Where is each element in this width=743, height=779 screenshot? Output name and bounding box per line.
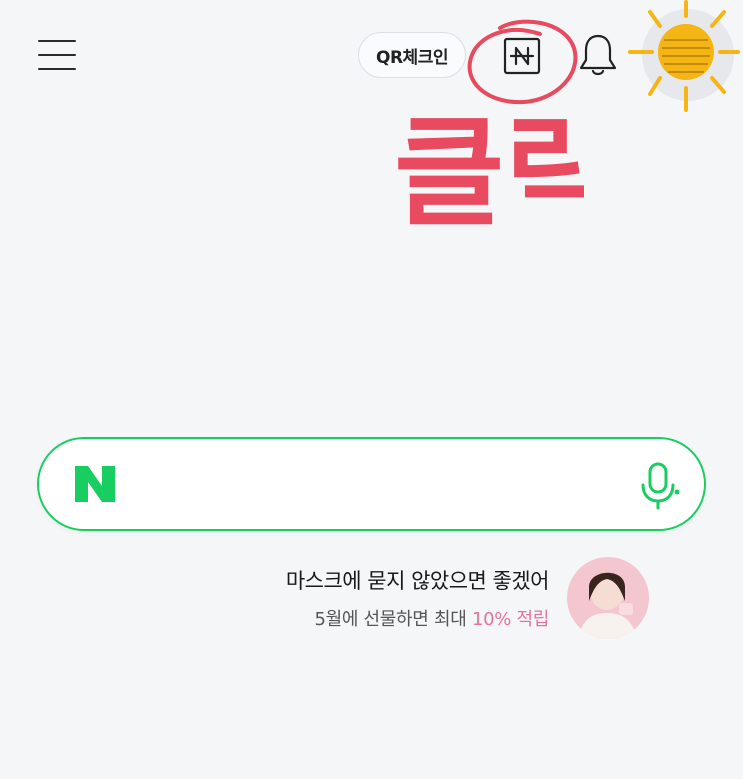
- search-bar: [37, 437, 706, 531]
- naver-logo-icon: [75, 466, 115, 502]
- notification-button[interactable]: [576, 32, 620, 78]
- menu-line: [38, 54, 76, 56]
- ad-model-thumbnail[interactable]: [567, 557, 649, 639]
- ad-subline-text: 5월에 선물하면 최대: [314, 609, 472, 630]
- qr-checkin-button[interactable]: QR체크인: [358, 32, 466, 78]
- naver-pay-icon: [503, 37, 541, 75]
- menu-line: [38, 68, 76, 70]
- ad-highlight-text: 10% 적립: [471, 609, 549, 630]
- sun-doodle-annotation: [628, 0, 740, 112]
- ad-subline[interactable]: 5월에 선물하면 최대 10% 적립: [314, 605, 549, 631]
- menu-line: [38, 40, 76, 42]
- search-input[interactable]: [139, 459, 613, 511]
- handwritten-click-annotation: 클릭: [394, 104, 584, 243]
- microphone-icon[interactable]: [635, 461, 681, 511]
- handwritten-text: 클릭: [394, 104, 584, 243]
- ad-model-image: [567, 557, 649, 639]
- naver-pay-button[interactable]: [502, 36, 542, 76]
- menu-button[interactable]: [38, 38, 78, 74]
- ad-headline[interactable]: 마스크에 묻지 않았으면 좋겠어: [286, 565, 550, 595]
- bell-icon: [579, 34, 617, 76]
